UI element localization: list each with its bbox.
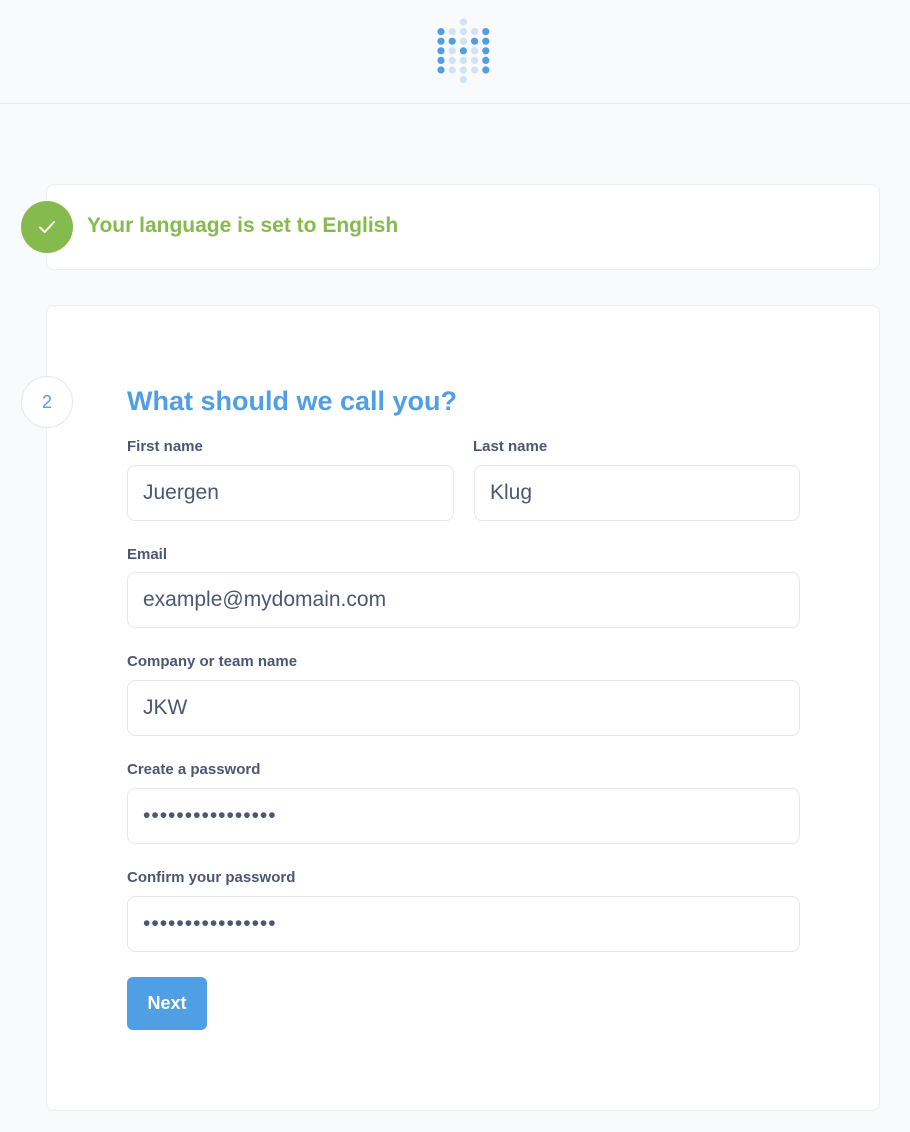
logo-dot xyxy=(471,37,479,45)
last-name-input[interactable] xyxy=(474,465,800,521)
logo-dot xyxy=(459,76,467,84)
first-name-input[interactable] xyxy=(127,465,454,521)
password-label: Create a password xyxy=(127,761,261,778)
confirm-password-input[interactable] xyxy=(127,896,800,952)
logo-dot xyxy=(459,28,467,36)
language-set-message: Your language is set to English xyxy=(87,214,399,237)
logo-dot xyxy=(471,56,479,64)
logo-dot xyxy=(437,47,445,55)
password-input[interactable] xyxy=(127,788,800,844)
logo-dot xyxy=(459,66,467,74)
dot-grid-logo-icon[interactable] xyxy=(436,18,492,84)
next-button[interactable]: Next xyxy=(127,977,207,1030)
logo-dot xyxy=(482,66,490,74)
logo-dot xyxy=(459,37,467,45)
step-number-badge: 2 xyxy=(21,376,73,428)
logo-dot xyxy=(448,47,456,55)
step-complete-badge xyxy=(21,201,73,253)
logo-dot xyxy=(437,66,445,74)
logo-dot xyxy=(482,47,490,55)
logo-dot xyxy=(471,47,479,55)
top-bar xyxy=(0,0,910,104)
logo-dot xyxy=(437,37,445,45)
logo-dot xyxy=(448,56,456,64)
logo-dot xyxy=(471,28,479,36)
logo-dot xyxy=(482,28,490,36)
logo-dot xyxy=(482,37,490,45)
logo-dot xyxy=(448,28,456,36)
logo-dot xyxy=(459,56,467,64)
logo-dot xyxy=(448,37,456,45)
logo-dot xyxy=(437,56,445,64)
logo-dot xyxy=(471,66,479,74)
email-label: Email xyxy=(127,546,168,563)
logo-dot xyxy=(482,56,490,64)
checkmark-icon xyxy=(39,221,55,233)
company-name-input[interactable] xyxy=(127,680,800,736)
form-title: What should we call you? xyxy=(127,386,458,416)
logo-dot xyxy=(448,66,456,74)
logo-dot xyxy=(459,47,467,55)
last-name-label: Last name xyxy=(473,438,548,455)
confirm-password-label: Confirm your password xyxy=(127,869,296,886)
company-name-label: Company or team name xyxy=(127,653,298,670)
email-input[interactable] xyxy=(127,572,800,628)
logo-dot xyxy=(459,18,467,26)
logo-dot xyxy=(437,28,445,36)
first-name-label: First name xyxy=(127,438,203,455)
